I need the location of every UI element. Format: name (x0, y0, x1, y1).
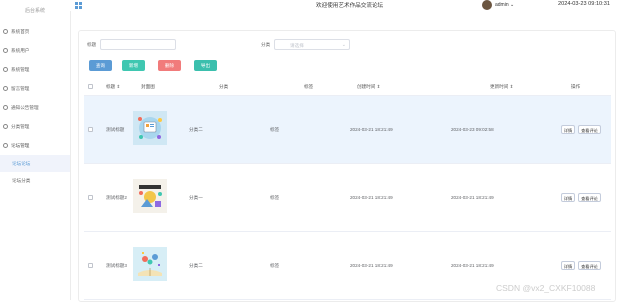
main-panel: 标题 分类 请选择 ⌄ 查询 新增 删除 导出 标题 ⇕ 封面图 分类 标签 创… (78, 30, 616, 302)
column-header-created[interactable]: 创建时间 ⇕ (357, 84, 381, 90)
sidebar-item-messages[interactable]: 留言管理 (0, 79, 70, 98)
page-title: 欢迎使用艺术作品交流论坛 (316, 3, 384, 9)
category-icon (3, 124, 8, 129)
notice-icon (3, 105, 8, 110)
sidebar: 后台系统 系统首页 系统用户 系统管理 留言管理 通知公告管理 分类管理 论坛管… (0, 0, 71, 300)
category-label: 分类 (261, 42, 271, 47)
chevron-down-icon: ⌄ (341, 42, 346, 48)
chevron-down-icon: ⌄ (508, 2, 515, 8)
row-updated: 2024-03-23 09:02:58 (451, 127, 494, 132)
row-created: 2024-03-21 18:21:49 (350, 195, 393, 200)
sidebar-item-home[interactable]: 系统首页 (0, 22, 70, 41)
current-time: 2024-03-23 09:10:31 (558, 1, 610, 7)
category-select[interactable]: 请选择 ⌄ (274, 39, 350, 50)
detail-button[interactable]: 详情 (561, 125, 575, 134)
table-header: 标题 ⇕ 封面图 分类 标签 创建时间 ⇕ 更新时间 ⇕ 操作 (84, 78, 611, 96)
view-comments-button[interactable]: 查看评论 (578, 193, 601, 202)
cover-image[interactable] (133, 111, 167, 145)
row-tag: 标签 (270, 127, 280, 132)
category-placeholder: 请选择 (290, 42, 304, 48)
column-header-title[interactable]: 标题 ⇕ (106, 84, 120, 90)
cover-image[interactable] (133, 247, 167, 281)
home-icon (3, 29, 8, 34)
row-checkbox[interactable] (88, 127, 93, 132)
row-created: 2024-03-21 18:21:49 (350, 127, 393, 132)
select-all-checkbox[interactable] (88, 84, 93, 89)
avatar[interactable] (482, 0, 492, 10)
watermark: CSDN @vx2_CXKF10088 (496, 283, 596, 293)
title-label: 标题 (87, 42, 97, 47)
row-category: 分类一 (189, 195, 203, 200)
row-checkbox[interactable] (88, 195, 93, 200)
user-menu[interactable]: admin ⌄ (495, 2, 514, 8)
user-icon (3, 48, 8, 53)
settings-icon (3, 67, 8, 72)
row-title: 测试标题3 (106, 263, 127, 268)
sidebar-item-forum[interactable]: 论坛管理 (0, 136, 70, 155)
column-header-actions: 操作 (571, 84, 581, 89)
column-header-updated[interactable]: 更新时间 ⇕ (490, 84, 514, 90)
export-button[interactable]: 导出 (194, 60, 217, 71)
sort-icon: ⇕ (116, 84, 121, 89)
sidebar-item-users[interactable]: 系统用户 (0, 41, 70, 60)
table-row: 测试标题 分类二 标签 2024-03-21 18:21:49 2024-03-… (84, 96, 611, 164)
cover-image[interactable] (133, 179, 167, 213)
row-title: 测试标题2 (106, 195, 127, 200)
delete-button[interactable]: 删除 (158, 60, 181, 71)
detail-button[interactable]: 详情 (561, 193, 575, 202)
sidebar-subitem-forum-categories[interactable]: 论坛分类 (0, 172, 70, 189)
title-input[interactable] (100, 39, 176, 50)
sort-icon: ⇕ (376, 84, 381, 89)
add-button[interactable]: 新增 (122, 60, 145, 71)
table-row: 测试标题2 分类一 标签 2024-03-21 18:21:49 2024-03… (84, 164, 611, 232)
row-updated: 2024-03-21 18:21:49 (451, 263, 494, 268)
row-updated: 2024-03-21 18:21:49 (451, 195, 494, 200)
view-comments-button[interactable]: 查看评论 (578, 261, 601, 270)
row-category: 分类二 (189, 127, 203, 132)
sidebar-title: 后台系统 (24, 8, 45, 14)
column-header-cover: 封面图 (141, 84, 155, 89)
row-category: 分类二 (189, 263, 203, 268)
forum-icon (3, 143, 8, 148)
row-tag: 标签 (270, 263, 280, 268)
column-header-category: 分类 (219, 84, 229, 89)
sidebar-item-notices[interactable]: 通知公告管理 (0, 98, 70, 117)
search-button[interactable]: 查询 (89, 60, 112, 71)
message-icon (3, 86, 8, 91)
row-created: 2024-03-21 18:21:49 (350, 263, 393, 268)
top-header: 欢迎使用艺术作品交流论坛 admin ⌄ 2024-03-23 09:10:31 (70, 0, 624, 11)
menu-grid-icon[interactable] (75, 2, 82, 9)
column-header-tag: 标签 (304, 84, 314, 89)
sort-icon: ⇕ (509, 84, 514, 89)
row-tag: 标签 (270, 195, 280, 200)
detail-button[interactable]: 详情 (561, 261, 575, 270)
sidebar-subitem-forum-posts[interactable]: 论坛论坛 (0, 155, 70, 172)
sidebar-item-categories[interactable]: 分类管理 (0, 117, 70, 136)
view-comments-button[interactable]: 查看评论 (578, 125, 601, 134)
row-title: 测试标题 (106, 127, 125, 132)
row-checkbox[interactable] (88, 263, 93, 268)
sidebar-item-system[interactable]: 系统管理 (0, 60, 70, 79)
